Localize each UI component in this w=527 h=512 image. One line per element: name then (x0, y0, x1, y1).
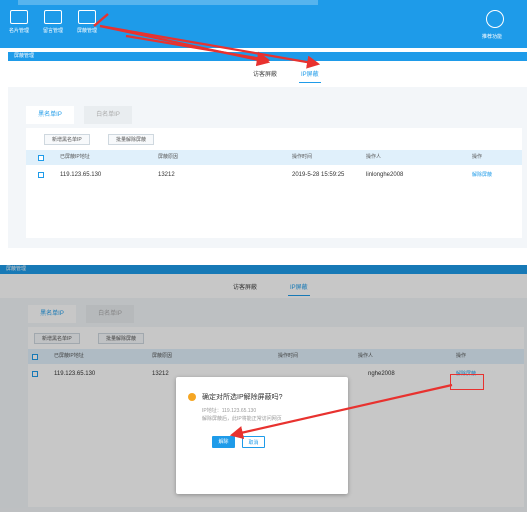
annotation-arrow (125, 34, 271, 65)
annotation-arrow (93, 13, 109, 27)
annotation-arrows (93, 13, 453, 439)
annotation-arrow (99, 24, 321, 69)
annotation-arrow (229, 383, 453, 439)
